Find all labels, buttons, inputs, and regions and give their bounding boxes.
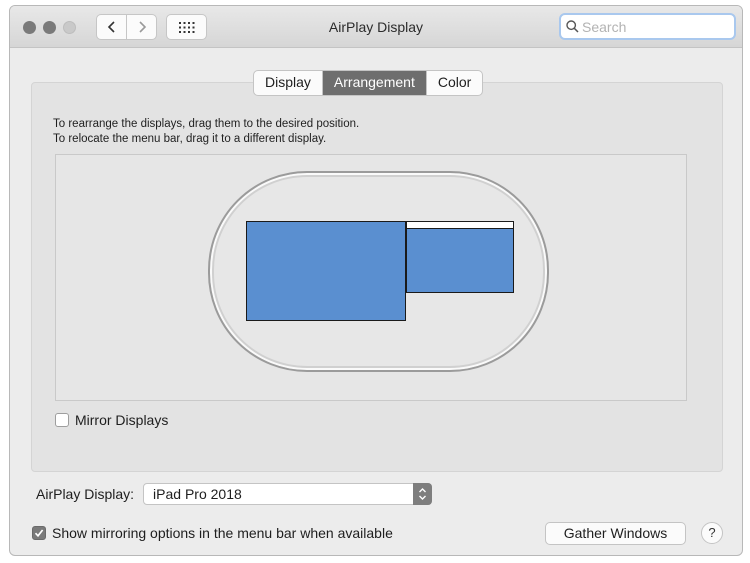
ipad-display[interactable]	[406, 221, 514, 293]
tab-color[interactable]: Color	[425, 71, 482, 95]
mirror-displays-label: Mirror Displays	[75, 412, 169, 428]
select-stepper[interactable]	[413, 483, 433, 505]
show-mirroring-row[interactable]: Show mirroring options in the menu bar w…	[32, 525, 393, 541]
menu-bar-handle[interactable]	[407, 222, 513, 229]
search-input[interactable]	[582, 18, 722, 35]
tab-arrangement[interactable]: Arrangement	[321, 71, 426, 95]
tab-bar: Display Arrangement Color	[253, 70, 484, 96]
airplay-display-row: AirPlay Display: iPad Pro 2018	[36, 483, 433, 505]
show-mirroring-label: Show mirroring options in the menu bar w…	[52, 525, 393, 541]
airplay-display-label: AirPlay Display:	[36, 486, 135, 502]
instruction-text-1: To rearrange the displays, drag them to …	[53, 118, 360, 130]
gather-windows-button[interactable]: Gather Windows	[545, 522, 686, 545]
arrangement-area	[55, 154, 687, 401]
title-bar: AirPlay Display	[10, 6, 742, 48]
airplay-display-select[interactable]: iPad Pro 2018	[143, 483, 433, 505]
mirror-displays-row[interactable]: Mirror Displays	[55, 412, 168, 428]
help-button[interactable]: ?	[701, 522, 723, 544]
instruction-text-2: To relocate the menu bar, drag it to a d…	[53, 133, 327, 145]
main-display[interactable]	[246, 221, 406, 321]
show-mirroring-checkbox[interactable]	[32, 526, 46, 540]
tab-display[interactable]: Display	[254, 71, 322, 95]
mirror-displays-checkbox[interactable]	[55, 413, 69, 427]
airplay-display-value: iPad Pro 2018	[153, 486, 242, 502]
updown-chevron-icon	[419, 488, 427, 500]
magnifier-icon	[566, 20, 579, 33]
search-field[interactable]	[559, 13, 736, 40]
preferences-window: AirPlay Display Display Arrangement Colo…	[9, 5, 743, 556]
checkmark-icon	[34, 529, 44, 538]
